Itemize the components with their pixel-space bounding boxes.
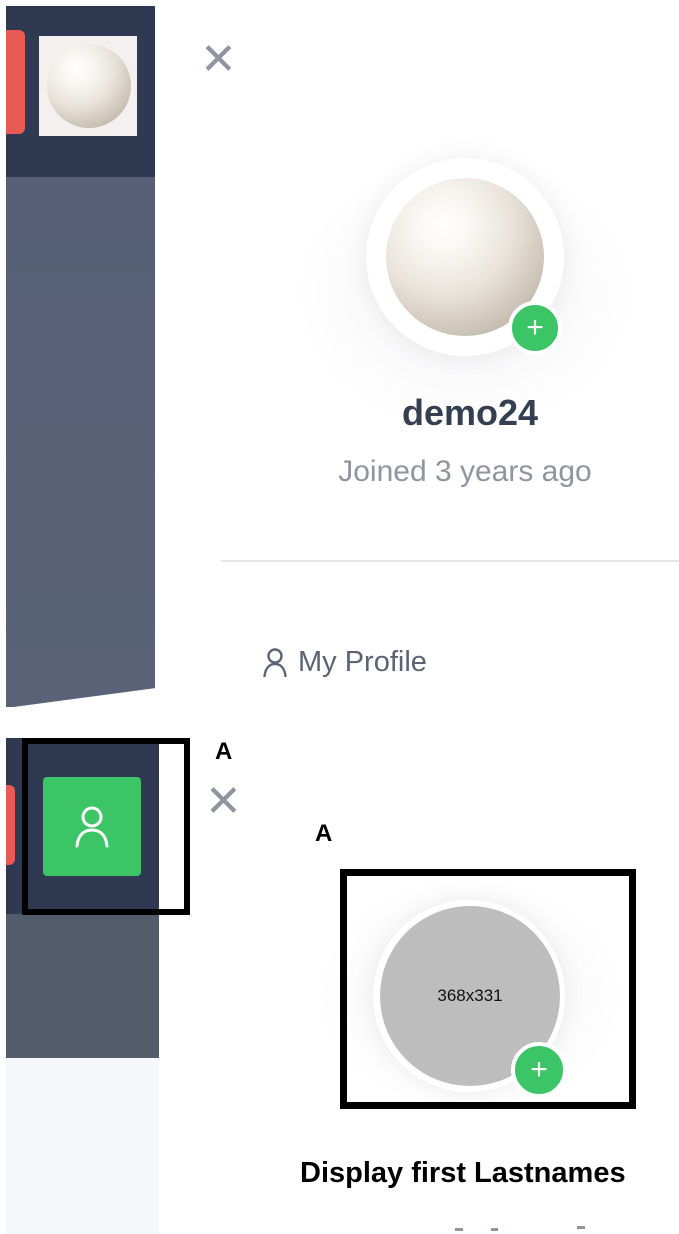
sidebar-red-tab-button[interactable] [6, 30, 25, 134]
close-icon[interactable]: ✕ [205, 780, 242, 824]
display-name: Display first Lastnames [300, 1157, 626, 1189]
add-photo-button[interactable]: + [508, 301, 562, 355]
menu-item-label: My Profile [298, 645, 427, 678]
sidebar-body [6, 914, 159, 1058]
sidebar-footer [6, 1058, 159, 1234]
menu-item-my-profile[interactable]: My Profile [262, 642, 427, 682]
cropped-text-fragment [455, 1226, 585, 1231]
top-screenshot-panel: ✕ + demo24 Joined 3 years ago My Profile [0, 0, 679, 728]
joined-date: Joined 3 years ago [338, 455, 592, 488]
annotation-label: A [315, 820, 333, 847]
sidebar-body [6, 177, 155, 707]
divider [221, 560, 679, 562]
sidebar-red-tab-button[interactable] [6, 785, 15, 865]
sidebar-avatar-image [47, 44, 131, 128]
annotation-box-avatar [340, 869, 636, 1109]
username: demo24 [401, 392, 539, 433]
user-icon [263, 648, 287, 677]
close-icon[interactable]: ✕ [200, 38, 237, 82]
annotation-label: A [215, 738, 233, 765]
annotation-box-sidebar [22, 738, 190, 915]
